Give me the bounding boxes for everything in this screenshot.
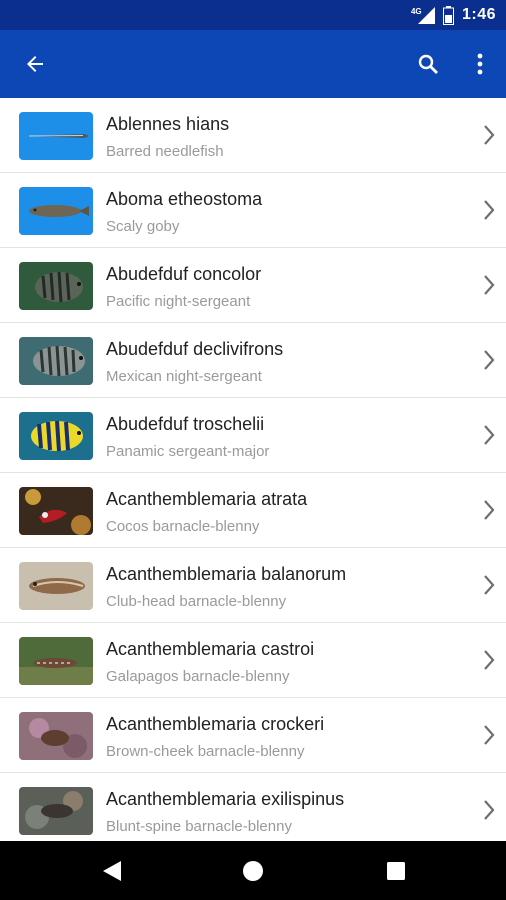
search-button[interactable]: [404, 30, 452, 98]
list-item[interactable]: Acanthemblemaria castroi Galapagos barna…: [0, 623, 506, 698]
chevron-right-icon: [484, 800, 495, 820]
chevron-right-icon: [484, 275, 495, 295]
back-button[interactable]: [11, 30, 59, 98]
species-thumbnail: [19, 712, 93, 760]
species-list[interactable]: Ablennes hians Barred needlefish Aboma e…: [0, 98, 506, 841]
list-item[interactable]: Ablennes hians Barred needlefish: [0, 98, 506, 173]
status-bar: 4G 1:46: [0, 0, 506, 30]
scientific-name: Abudefduf declivifrons: [106, 339, 284, 359]
list-item[interactable]: Acanthemblemaria crockeri Brown-cheek ba…: [0, 698, 506, 773]
common-name: Pacific night-sergeant: [106, 293, 251, 310]
search-icon: [418, 54, 438, 74]
scientific-name: Aboma etheostoma: [106, 189, 263, 209]
species-thumbnail: [19, 787, 93, 835]
list-item[interactable]: Abudefduf declivifrons Mexican night-ser…: [0, 323, 506, 398]
arrow-left-icon: [27, 56, 43, 72]
species-thumbnail: [19, 412, 93, 460]
common-name: Panamic sergeant-major: [106, 443, 270, 460]
common-name: Club-head barnacle-blenny: [106, 593, 287, 610]
species-thumbnail: [19, 637, 93, 685]
scientific-name: Abudefduf troschelii: [106, 414, 265, 434]
more-vert-icon: [477, 53, 483, 75]
chevron-right-icon: [484, 650, 495, 670]
species-thumbnail: [19, 112, 93, 160]
chevron-right-icon: [484, 575, 495, 595]
nav-recents-button[interactable]: [356, 841, 436, 900]
list-item[interactable]: Acanthemblemaria atrata Cocos barnacle-b…: [0, 473, 506, 548]
scientific-name: Abudefduf concolor: [106, 264, 262, 284]
scientific-name: Acanthemblemaria crockeri: [106, 714, 325, 734]
common-name: Scaly goby: [106, 218, 180, 235]
list-item[interactable]: Acanthemblemaria exilispinus Blunt-spine…: [0, 773, 506, 841]
common-name: Barred needlefish: [106, 143, 224, 160]
scientific-name: Acanthemblemaria castroi: [106, 639, 315, 659]
common-name: Galapagos barnacle-blenny: [106, 668, 290, 685]
common-name: Cocos barnacle-blenny: [106, 518, 260, 535]
app-bar: [0, 30, 506, 98]
scientific-name: Acanthemblemaria exilispinus: [106, 789, 345, 809]
overflow-menu-button[interactable]: [456, 30, 504, 98]
network-type-label: 4G: [410, 7, 422, 16]
list-item[interactable]: Abudefduf troschelii Panamic sergeant-ma…: [0, 398, 506, 473]
system-nav-bar: [0, 841, 506, 900]
status-clock: 1:46: [461, 6, 496, 23]
chevron-right-icon: [484, 125, 495, 145]
common-name: Brown-cheek barnacle-blenny: [106, 743, 305, 760]
scientific-name: Acanthemblemaria balanorum: [106, 564, 347, 584]
circle-home-icon: [243, 860, 263, 881]
nav-back-button[interactable]: [72, 841, 152, 900]
species-thumbnail: [19, 262, 93, 310]
common-name: Mexican night-sergeant: [106, 368, 262, 385]
species-thumbnail: [19, 562, 93, 610]
species-thumbnail: [19, 487, 93, 535]
nav-home-button[interactable]: [213, 841, 293, 900]
scientific-name: Ablennes hians: [106, 114, 230, 134]
status-icons: 4G 1:46: [410, 0, 496, 30]
chevron-right-icon: [484, 725, 495, 745]
list-item[interactable]: Aboma etheostoma Scaly goby: [0, 173, 506, 248]
species-thumbnail: [19, 337, 93, 385]
square-recents-icon: [387, 861, 405, 880]
signal-icon: 4G: [410, 6, 435, 24]
common-name: Blunt-spine barnacle-blenny: [106, 818, 292, 835]
chevron-right-icon: [484, 350, 495, 370]
battery-icon: [442, 5, 454, 25]
chevron-right-icon: [484, 425, 495, 445]
species-thumbnail: [19, 187, 93, 235]
scientific-name: Acanthemblemaria atrata: [106, 489, 308, 509]
list-item[interactable]: Acanthemblemaria balanorum Club-head bar…: [0, 548, 506, 623]
triangle-back-icon: [103, 860, 121, 881]
chevron-right-icon: [484, 200, 495, 220]
list-item[interactable]: Abudefduf concolor Pacific night-sergean…: [0, 248, 506, 323]
chevron-right-icon: [484, 500, 495, 520]
